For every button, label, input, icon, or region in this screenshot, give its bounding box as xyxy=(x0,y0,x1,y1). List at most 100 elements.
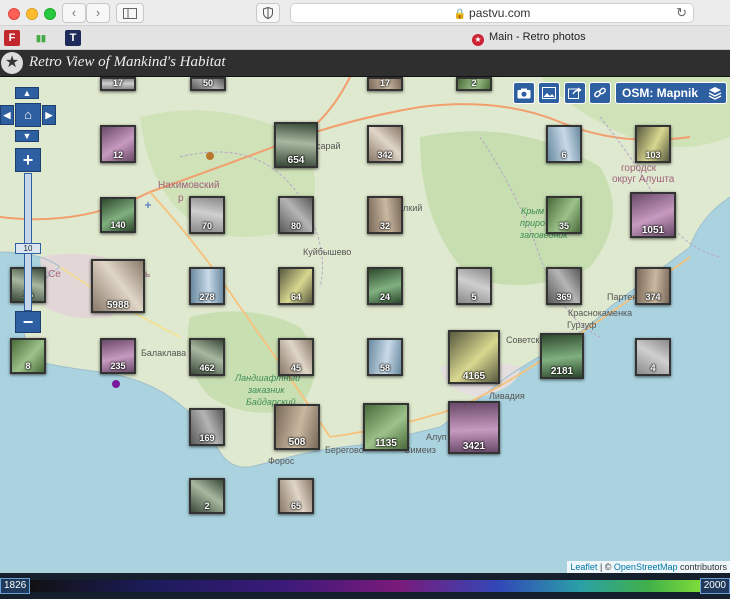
photo-cluster[interactable]: 70 xyxy=(189,196,225,234)
forward-button[interactable]: › xyxy=(86,3,110,23)
chevron-left-icon: ‹ xyxy=(71,5,77,20)
cluster-count: 5 xyxy=(471,292,477,302)
pan-left-button[interactable]: ◀ xyxy=(0,105,14,125)
cluster-count: 462 xyxy=(199,363,215,373)
photo-cluster[interactable]: 2 xyxy=(456,77,492,91)
photo-cluster[interactable]: 2181 xyxy=(540,333,584,379)
photo-cluster[interactable]: 4 xyxy=(635,338,671,376)
photo-cluster[interactable]: 50 xyxy=(190,77,226,91)
bookmark-favicon-t[interactable]: T xyxy=(65,30,81,46)
back-button[interactable]: ‹ xyxy=(62,3,86,23)
share-button[interactable] xyxy=(564,82,586,104)
photo-cluster[interactable]: 32 xyxy=(367,196,403,234)
photo-cluster[interactable]: 235 xyxy=(100,338,136,374)
photo-cluster[interactable]: 169 xyxy=(189,408,225,446)
cluster-count: 50 xyxy=(202,78,213,88)
tab-bar: F ▮▮ T ★ Main - Retro photos xyxy=(0,26,730,50)
cluster-count: 369 xyxy=(556,292,572,302)
photo-cluster[interactable]: 1135 xyxy=(363,403,409,451)
photo-cluster[interactable]: 4165 xyxy=(448,330,500,384)
zoom-in-button[interactable]: + xyxy=(15,148,41,172)
label-sevastopol-part2: ь xyxy=(145,269,151,280)
shield-icon xyxy=(263,6,273,20)
photo-cluster[interactable]: 374 xyxy=(635,267,671,305)
photo-cluster[interactable]: 1051 xyxy=(630,192,676,238)
label-krasnokamenka: Краснокаменка xyxy=(568,308,633,318)
photo-cluster[interactable]: 35 xyxy=(546,196,582,234)
zoom-out-button[interactable]: − xyxy=(15,311,41,333)
pastvu-favicon-icon: ★ xyxy=(472,34,484,46)
osm-link[interactable]: OpenStreetMap xyxy=(614,562,678,572)
camera-mode-button[interactable] xyxy=(513,82,535,104)
photo-cluster[interactable]: 65 xyxy=(278,478,314,514)
photo-cluster[interactable]: 462 xyxy=(189,338,225,376)
photo-cluster[interactable]: 45 xyxy=(278,338,314,376)
cluster-count: 1135 xyxy=(375,438,397,449)
photo-cluster[interactable]: 103 xyxy=(635,125,671,163)
photo-cluster[interactable]: 278 xyxy=(189,267,225,305)
label-ra: р xyxy=(178,193,184,204)
cluster-count: 169 xyxy=(199,433,215,443)
cluster-count: 2 xyxy=(471,78,477,88)
photo-cluster[interactable]: 17 xyxy=(367,77,403,91)
cluster-count: 103 xyxy=(645,150,661,160)
cluster-count: 3421 xyxy=(462,441,486,452)
photo-cluster[interactable]: 369 xyxy=(546,267,582,305)
photo-cluster[interactable]: 140 xyxy=(100,197,136,233)
images-mode-button[interactable] xyxy=(538,82,560,104)
app-window: ‹ › 🔒 pastvu.com ↻ F ▮▮ T ★ Main - Retro p… xyxy=(0,0,730,599)
cluster-count: 12 xyxy=(112,150,123,160)
sidebar-toggle-button[interactable] xyxy=(116,3,144,23)
year-range-bar[interactable] xyxy=(28,580,701,592)
zoom-slider[interactable] xyxy=(24,173,32,311)
map-attribution: Leaflet | © OpenStreetMap contributors xyxy=(567,561,730,573)
photo-cluster[interactable]: 12 xyxy=(100,125,136,163)
photo-cluster[interactable]: 654 xyxy=(274,122,318,168)
label-nakhimovsky: Нахимовский xyxy=(158,180,220,191)
home-button[interactable]: ⌂ xyxy=(15,103,41,127)
arrow-left-icon: ◀ xyxy=(3,110,11,120)
photo-cluster[interactable]: 64 xyxy=(278,267,314,305)
photo-cluster[interactable]: 5 xyxy=(456,267,492,305)
photo-cluster[interactable]: 17 xyxy=(100,77,136,91)
camera-icon xyxy=(517,88,531,99)
photo-cluster[interactable]: 80 xyxy=(278,196,314,234)
site-title[interactable]: Retro View of Mankind's Habitat xyxy=(29,54,226,71)
pan-up-button[interactable]: ▲ xyxy=(15,87,39,99)
layer-selector-button[interactable]: OSM: Mapnik xyxy=(615,82,727,104)
privacy-shield-button[interactable] xyxy=(256,3,280,23)
end-year-handle[interactable]: 2000 xyxy=(699,578,730,594)
link-button[interactable] xyxy=(589,82,611,104)
reload-icon[interactable]: ↻ xyxy=(676,4,687,22)
tab-main[interactable]: ★ Main - Retro photos xyxy=(472,31,586,46)
start-year-handle[interactable]: 1826 xyxy=(0,578,31,594)
label-partenit: Партен xyxy=(607,292,638,302)
photo-cluster[interactable]: 5988 xyxy=(91,259,145,313)
map-view[interactable]: Нахимовский р сарай лкий Куйбышево Се ь … xyxy=(0,77,730,573)
cluster-count: 5988 xyxy=(106,300,130,311)
attribution-separator: | © xyxy=(597,562,614,572)
address-bar[interactable]: 🔒 pastvu.com ↻ xyxy=(290,3,694,23)
photo-cluster[interactable]: 58 xyxy=(367,338,403,376)
zoom-window-button[interactable] xyxy=(44,8,56,20)
pan-down-button[interactable]: ▼ xyxy=(15,130,39,142)
photo-cluster[interactable]: 508 xyxy=(274,404,320,450)
cluster-count: 278 xyxy=(199,292,215,302)
bookmark-favicon-f[interactable]: F xyxy=(4,30,20,46)
photo-cluster[interactable]: 3421 xyxy=(448,401,500,454)
close-window-button[interactable] xyxy=(8,8,20,20)
bookmark-favicon-chart[interactable]: ▮▮ xyxy=(33,30,49,46)
star-logo-icon[interactable]: ★ xyxy=(1,52,23,74)
photo-cluster[interactable]: 2 xyxy=(189,478,225,514)
year-timeline: 1826 2000 xyxy=(0,573,730,599)
photo-cluster[interactable]: 8 xyxy=(10,338,46,374)
photo-cluster[interactable]: 6 xyxy=(546,125,582,163)
pan-right-button[interactable]: ▶ xyxy=(42,105,56,125)
zoom-level-indicator[interactable]: 10 xyxy=(15,243,41,254)
photo-cluster[interactable]: 24 xyxy=(367,267,403,305)
minimize-window-button[interactable] xyxy=(26,8,38,20)
image-icon xyxy=(542,87,556,99)
photo-cluster[interactable]: 342 xyxy=(367,125,403,163)
cluster-count: 342 xyxy=(377,150,393,160)
leaflet-link[interactable]: Leaflet xyxy=(570,562,597,572)
